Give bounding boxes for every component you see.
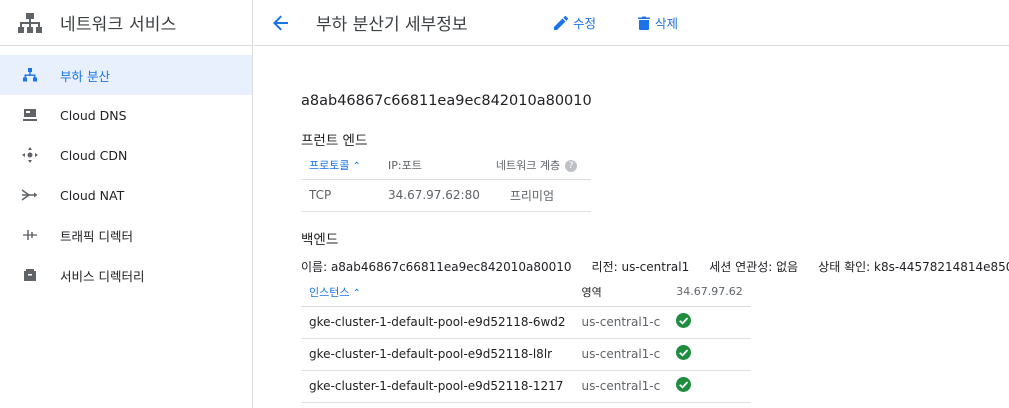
column-label: 34.67.97.62 — [676, 285, 743, 299]
sidebar: 네트워크 서비스 부하 분산 Cloud DNS Cloud CDN Cloud… — [0, 0, 253, 408]
service-directory-icon — [0, 268, 60, 282]
network-services-icon — [0, 12, 60, 34]
instance-cell[interactable]: gke-cluster-1-default-pool-e9d52118-6wd2 — [301, 306, 574, 339]
edit-label: 수정 — [573, 16, 597, 31]
backend-meta: 이름: a8ab46867c66811ea9ec842010a80010 리전: … — [301, 258, 1009, 275]
table-row: gke-cluster-1-default-pool-e9d52118-l8lr… — [301, 338, 751, 371]
sidebar-item-cloud-dns[interactable]: Cloud DNS — [0, 95, 252, 135]
page-header: 부하 분산기 세부정보 수정 삭제 — [254, 0, 1009, 46]
health-cell — [668, 370, 751, 403]
sidebar-item-label: Cloud NAT — [60, 187, 125, 203]
cloud-dns-icon — [0, 108, 60, 122]
delete-label: 삭제 — [655, 16, 679, 31]
sort-ascending-icon: ⌃ — [352, 287, 361, 299]
column-label: 프로토콜 — [309, 158, 350, 172]
column-label: IP:포트 — [388, 158, 422, 172]
load-balancer-name: a8ab46867c66811ea9ec842010a80010 — [301, 93, 592, 109]
health-cell — [668, 338, 751, 371]
column-header-health-ip[interactable]: 34.67.97.62 — [668, 278, 751, 307]
backend-health-check: 상태 확인: k8s-44578214814e8501-node — [818, 260, 1009, 274]
check-circle-icon — [676, 313, 692, 328]
cloud-nat-icon — [0, 188, 60, 202]
cloud-cdn-icon — [0, 147, 60, 163]
ip-port-cell: 34.67.97.62:80 — [380, 179, 488, 212]
tier-cell: 프리미엄 — [487, 179, 591, 212]
trash-icon — [638, 16, 651, 30]
sort-ascending-icon: ⌃ — [352, 160, 361, 172]
check-circle-icon — [676, 377, 692, 392]
sidebar-item-cloud-nat[interactable]: Cloud NAT — [0, 175, 252, 215]
instance-cell[interactable]: gke-cluster-1-default-pool-e9d52118-1217 — [301, 370, 574, 403]
pencil-icon — [554, 15, 568, 30]
sidebar-item-service-directory[interactable]: 서비스 디렉터리 — [0, 255, 252, 295]
instance-cell[interactable]: gke-cluster-1-default-pool-e9d52118-l8lr — [301, 338, 574, 371]
backend-name: 이름: a8ab46867c66811ea9ec842010a80010 — [301, 260, 572, 274]
product-title: 네트워크 서비스 — [60, 15, 177, 35]
sidebar-nav: 부하 분산 Cloud DNS Cloud CDN Cloud NAT 트래픽 … — [0, 46, 252, 295]
column-label: 인스턴스 — [309, 285, 350, 299]
table-row: gke-cluster-1-default-pool-e9d52118-6wd2… — [301, 306, 751, 339]
check-circle-icon — [676, 345, 692, 360]
backend-session-affinity: 세션 연관성: 없음 — [709, 260, 799, 274]
sidebar-item-traffic-director[interactable]: 트래픽 디렉터 — [0, 215, 252, 255]
column-header-zone[interactable]: 영역 — [573, 278, 669, 307]
column-header-ip-port[interactable]: IP:포트 — [380, 151, 488, 180]
page-title: 부하 분산기 세부정보 — [316, 15, 468, 35]
sidebar-item-label: Cloud CDN — [60, 147, 128, 163]
frontend-section-title: 프런트 엔드 — [301, 133, 368, 149]
column-header-network-tier[interactable]: 네트워크 계층? — [487, 151, 591, 180]
sidebar-item-load-balancing[interactable]: 부하 분산 — [0, 55, 252, 95]
table-header-row: 프로토콜 ⌃ IP:포트 네트워크 계층? — [301, 151, 591, 180]
sidebar-item-label: 서비스 디렉터리 — [60, 268, 145, 284]
help-icon[interactable]: ? — [565, 159, 578, 172]
health-cell — [668, 306, 751, 339]
back-button[interactable] — [254, 0, 308, 46]
arrow-back-icon — [273, 15, 288, 30]
table-row: gke-cluster-1-default-pool-e9d52118-1217… — [301, 370, 751, 403]
delete-button[interactable]: 삭제 — [638, 13, 678, 32]
column-label: 영역 — [581, 285, 602, 299]
sidebar-item-cloud-cdn[interactable]: Cloud CDN — [0, 135, 252, 175]
frontend-table: 프로토콜 ⌃ IP:포트 네트워크 계층? TCP 34.67.97.62:80 … — [301, 151, 591, 212]
column-header-instance[interactable]: 인스턴스 ⌃ — [301, 278, 574, 307]
table-header-row: 인스턴스 ⌃ 영역 34.67.97.62 — [301, 278, 751, 307]
sidebar-item-label: 트래픽 디렉터 — [60, 228, 133, 244]
column-header-protocol[interactable]: 프로토콜 ⌃ — [301, 151, 380, 180]
backend-section-title: 백엔드 — [301, 232, 339, 248]
backend-instances-table: 인스턴스 ⌃ 영역 34.67.97.62 gke-cluster-1-defau… — [301, 278, 751, 403]
edit-button[interactable]: 수정 — [554, 13, 596, 32]
sidebar-item-label: Cloud DNS — [60, 107, 127, 123]
protocol-cell: TCP — [301, 179, 380, 212]
table-row: TCP 34.67.97.62:80 프리미엄 — [301, 179, 591, 212]
backend-region: 리전: us-central1 — [591, 260, 690, 274]
sidebar-header: 네트워크 서비스 — [0, 0, 252, 46]
column-label: 네트워크 계층 — [495, 158, 561, 172]
zone-cell: us-central1-c — [573, 338, 669, 371]
sidebar-item-label: 부하 분산 — [60, 68, 110, 84]
traffic-director-icon — [0, 228, 60, 242]
zone-cell: us-central1-c — [573, 306, 669, 339]
zone-cell: us-central1-c — [573, 370, 669, 403]
load-balancing-icon — [0, 68, 60, 82]
